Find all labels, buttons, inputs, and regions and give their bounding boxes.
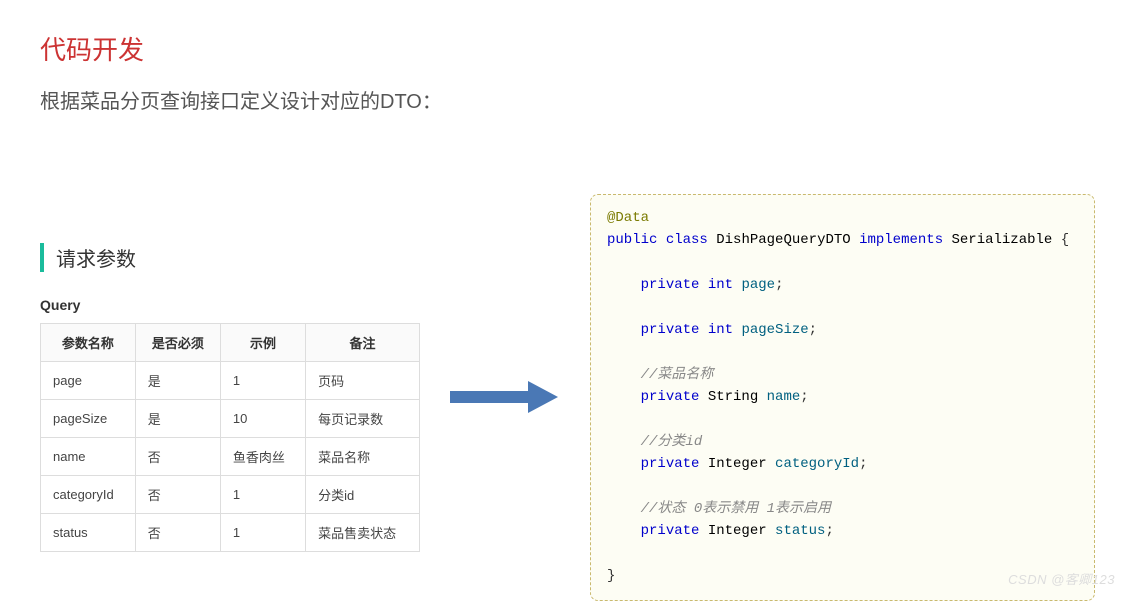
- th-name: 参数名称: [41, 323, 136, 361]
- classname: DishPageQueryDTO: [716, 232, 850, 248]
- content-row: 请求参数 Query 参数名称 是否必须 示例 备注 page 是 1 页码: [40, 194, 1095, 601]
- kw-private: private: [641, 322, 700, 338]
- table-row: name 否 鱼香肉丝 菜品名称: [41, 437, 420, 475]
- cell: categoryId: [41, 475, 136, 513]
- kw-class: class: [666, 232, 708, 248]
- th-example: 示例: [220, 323, 305, 361]
- cell: pageSize: [41, 399, 136, 437]
- serializable: Serializable: [952, 232, 1053, 248]
- comment: //菜品名称: [641, 367, 714, 383]
- table-row: status 否 1 菜品售卖状态: [41, 513, 420, 551]
- cell: 1: [220, 475, 305, 513]
- table-row: page 是 1 页码: [41, 361, 420, 399]
- cell: 是: [135, 361, 220, 399]
- comment: //分类id: [641, 434, 703, 450]
- semi: ;: [800, 389, 808, 405]
- kw-private: private: [641, 523, 700, 539]
- code-annotation: @Data: [607, 210, 649, 226]
- semi: ;: [825, 523, 833, 539]
- th-note: 备注: [306, 323, 420, 361]
- field-status: status: [775, 523, 825, 539]
- params-table: 参数名称 是否必须 示例 备注 page 是 1 页码 pageSize 是 1…: [40, 323, 420, 552]
- field-categoryid: categoryId: [775, 456, 859, 472]
- type-int: int: [708, 322, 733, 338]
- brace-close: }: [607, 568, 615, 584]
- arrow-icon: [450, 379, 560, 415]
- field-pagesize: pageSize: [741, 322, 808, 338]
- kw-implements: implements: [859, 232, 943, 248]
- table-row: pageSize 是 10 每页记录数: [41, 399, 420, 437]
- semi: ;: [775, 277, 783, 293]
- kw-private: private: [641, 277, 700, 293]
- type-integer: Integer: [708, 523, 767, 539]
- cell: 1: [220, 361, 305, 399]
- cell: 页码: [306, 361, 420, 399]
- th-required: 是否必须: [135, 323, 220, 361]
- cell: page: [41, 361, 136, 399]
- cell: 10: [220, 399, 305, 437]
- left-panel: 请求参数 Query 参数名称 是否必须 示例 备注 page 是 1 页码: [40, 243, 420, 552]
- semi: ;: [809, 322, 817, 338]
- table-header-row: 参数名称 是否必须 示例 备注: [41, 323, 420, 361]
- cell: 分类id: [306, 475, 420, 513]
- section-title: 请求参数: [40, 243, 420, 272]
- table-row: categoryId 否 1 分类id: [41, 475, 420, 513]
- comment: //状态 0表示禁用 1表示启用: [641, 501, 831, 517]
- page-subtext: 根据菜品分页查询接口定义设计对应的DTO：: [40, 85, 1095, 114]
- cell: 否: [135, 475, 220, 513]
- cell: name: [41, 437, 136, 475]
- cell: 是: [135, 399, 220, 437]
- type-string: String: [708, 389, 758, 405]
- cell: 1: [220, 513, 305, 551]
- type-int: int: [708, 277, 733, 293]
- page-heading: 代码开发: [40, 30, 1095, 67]
- cell: 每页记录数: [306, 399, 420, 437]
- cell: 鱼香肉丝: [220, 437, 305, 475]
- kw-private: private: [641, 456, 700, 472]
- code-panel: @Data public class DishPageQueryDTO impl…: [590, 194, 1095, 601]
- cell: 菜品售卖状态: [306, 513, 420, 551]
- watermark: CSDN @客卿123: [1008, 569, 1115, 588]
- cell: 否: [135, 513, 220, 551]
- cell: status: [41, 513, 136, 551]
- query-label: Query: [40, 297, 420, 313]
- brace-open: {: [1052, 232, 1069, 248]
- field-page: page: [741, 277, 775, 293]
- type-integer: Integer: [708, 456, 767, 472]
- semi: ;: [859, 456, 867, 472]
- cell: 菜品名称: [306, 437, 420, 475]
- kw-private: private: [641, 389, 700, 405]
- cell: 否: [135, 437, 220, 475]
- kw-public: public: [607, 232, 657, 248]
- field-name: name: [767, 389, 801, 405]
